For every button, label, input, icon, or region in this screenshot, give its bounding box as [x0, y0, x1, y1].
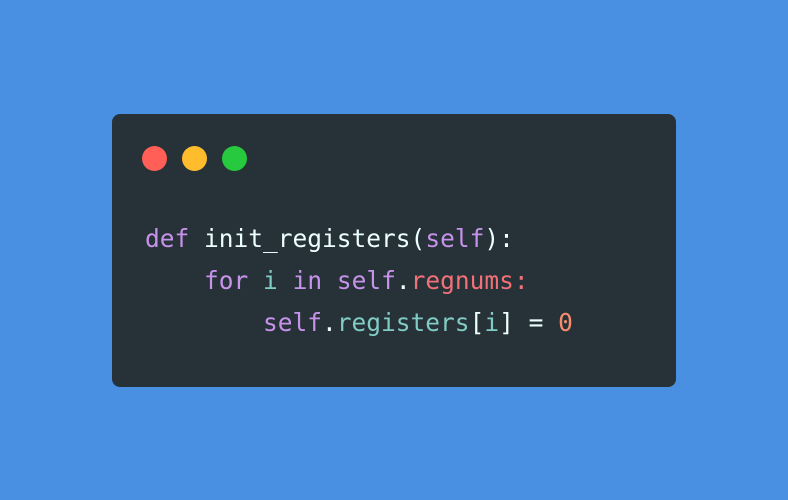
bracket-close: ] — [499, 308, 514, 337]
attribute-regnums: regnums — [410, 266, 514, 295]
dot: . — [322, 308, 337, 337]
maximize-button[interactable] — [222, 146, 247, 171]
keyword-def: def — [145, 224, 190, 253]
paren-close: ): — [484, 224, 514, 253]
minimize-button[interactable] — [182, 146, 207, 171]
code-line-1: def init_registers(self): — [145, 218, 573, 260]
keyword-for: for — [204, 266, 249, 295]
number-literal: 0 — [558, 308, 573, 337]
assignment: = — [513, 308, 559, 337]
code-window: def init_registers(self): for i in self.… — [112, 114, 676, 387]
function-name: init_registers — [204, 224, 411, 253]
bracket-open: [ — [469, 308, 485, 337]
paren-open: ( — [410, 224, 426, 253]
index-variable: i — [484, 308, 500, 337]
self-reference: self — [263, 308, 323, 337]
code-line-2: for i in self.regnums: — [145, 260, 573, 302]
window-controls — [142, 146, 247, 171]
page-background: { "window": { "controls": [ {"name": "cl… — [0, 0, 788, 500]
code-block: def init_registers(self): for i in self.… — [145, 218, 573, 344]
colon: : — [513, 266, 529, 295]
keyword-in: in — [292, 266, 323, 295]
dot: . — [395, 266, 411, 295]
close-button[interactable] — [142, 146, 167, 171]
code-line-3: self.registers[i] = 0 — [145, 302, 573, 344]
attribute-registers: registers — [336, 308, 470, 337]
param-self: self — [425, 224, 485, 253]
loop-variable: i — [263, 266, 278, 295]
self-reference: self — [336, 266, 396, 295]
